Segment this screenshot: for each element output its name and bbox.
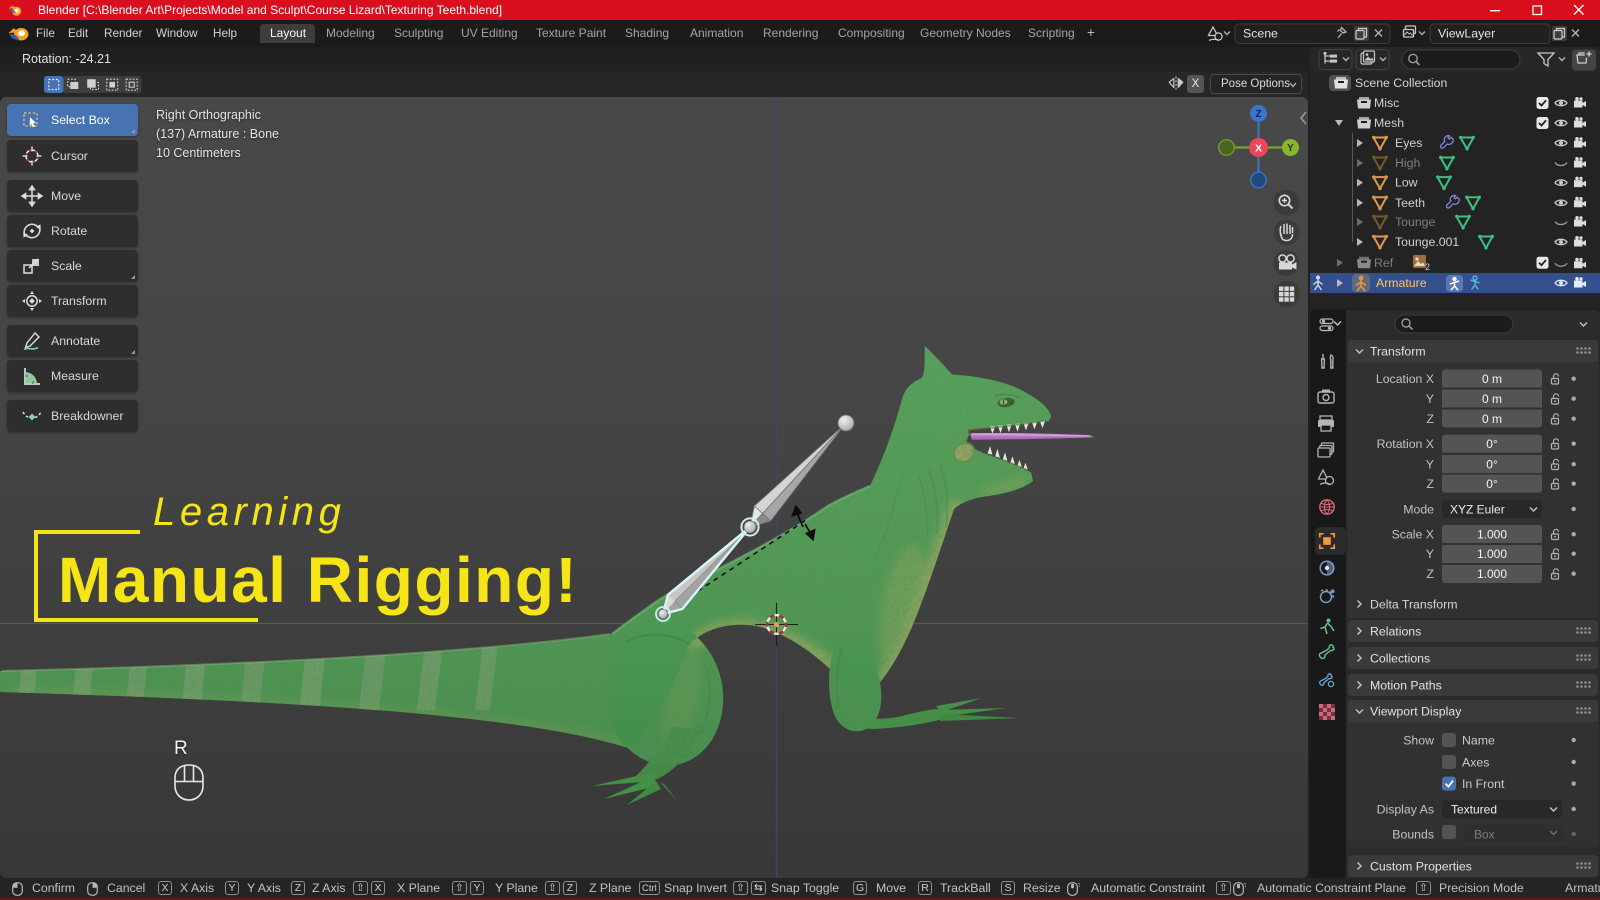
svg-text:Delta Transform: Delta Transform [1370, 598, 1457, 612]
svg-text:Transform: Transform [1370, 345, 1426, 359]
svg-text:Viewport Display: Viewport Display [1370, 705, 1462, 719]
svg-text:Low: Low [1395, 176, 1418, 190]
svg-text:0 m: 0 m [1482, 412, 1502, 426]
svg-text:0°: 0° [1486, 477, 1498, 491]
svg-text:0 m: 0 m [1482, 372, 1502, 386]
svg-text:1.000: 1.000 [1477, 567, 1507, 581]
svg-text:Z: Z [1255, 109, 1261, 120]
svg-text:Z: Z [1426, 567, 1434, 581]
svg-text:ViewLayer: ViewLayer [1438, 27, 1495, 41]
svg-text:Misc: Misc [1374, 96, 1399, 110]
svg-text:Z: Z [1426, 412, 1434, 426]
svg-text:Z: Z [1426, 477, 1434, 491]
svg-text:Y: Y [1426, 547, 1434, 561]
svg-text:1.000: 1.000 [1477, 528, 1507, 542]
svg-text:Box: Box [1474, 828, 1495, 842]
svg-text:Teeth: Teeth [1395, 196, 1425, 210]
svg-text:2: 2 [1425, 262, 1430, 272]
svg-text:Relations: Relations [1370, 625, 1421, 639]
svg-text:Y: Y [1287, 143, 1294, 154]
svg-text:Eyes: Eyes [1395, 136, 1422, 150]
svg-text:Collections: Collections [1370, 652, 1430, 666]
svg-text:Tounge.001: Tounge.001 [1395, 235, 1459, 249]
svg-text:0°: 0° [1486, 437, 1498, 451]
svg-text:0°: 0° [1486, 458, 1498, 472]
svg-text:X: X [1255, 143, 1262, 155]
svg-text:Scene: Scene [1243, 27, 1278, 41]
svg-text:Armature: Armature [1376, 276, 1427, 290]
svg-text:Tounge: Tounge [1395, 215, 1436, 229]
svg-text:Axes: Axes [1462, 756, 1489, 770]
svg-text:Mesh: Mesh [1374, 116, 1404, 130]
svg-text:Scene Collection: Scene Collection [1355, 76, 1447, 90]
svg-text:Location X: Location X [1376, 372, 1434, 386]
svg-text:Mode: Mode [1403, 503, 1434, 517]
svg-text:Textured: Textured [1451, 803, 1497, 817]
svg-text:Rotation X: Rotation X [1377, 437, 1434, 451]
svg-text:XYZ Euler: XYZ Euler [1450, 503, 1505, 517]
svg-text:Display As: Display As [1377, 803, 1434, 817]
svg-text:0 m: 0 m [1482, 392, 1502, 406]
svg-text:In Front: In Front [1462, 777, 1505, 791]
svg-text:1.000: 1.000 [1477, 547, 1507, 561]
svg-text:Custom Properties: Custom Properties [1370, 860, 1472, 874]
svg-text:Motion Paths: Motion Paths [1370, 679, 1442, 693]
svg-text:Name: Name [1462, 734, 1495, 748]
svg-text:Ref: Ref [1374, 256, 1394, 270]
svg-text:Bounds: Bounds [1392, 828, 1434, 842]
svg-text:Show: Show [1403, 734, 1434, 748]
svg-text:High: High [1395, 156, 1420, 170]
svg-text:Y: Y [1426, 458, 1434, 472]
svg-text:Y: Y [1426, 392, 1434, 406]
svg-text:Scale X: Scale X [1392, 528, 1434, 542]
